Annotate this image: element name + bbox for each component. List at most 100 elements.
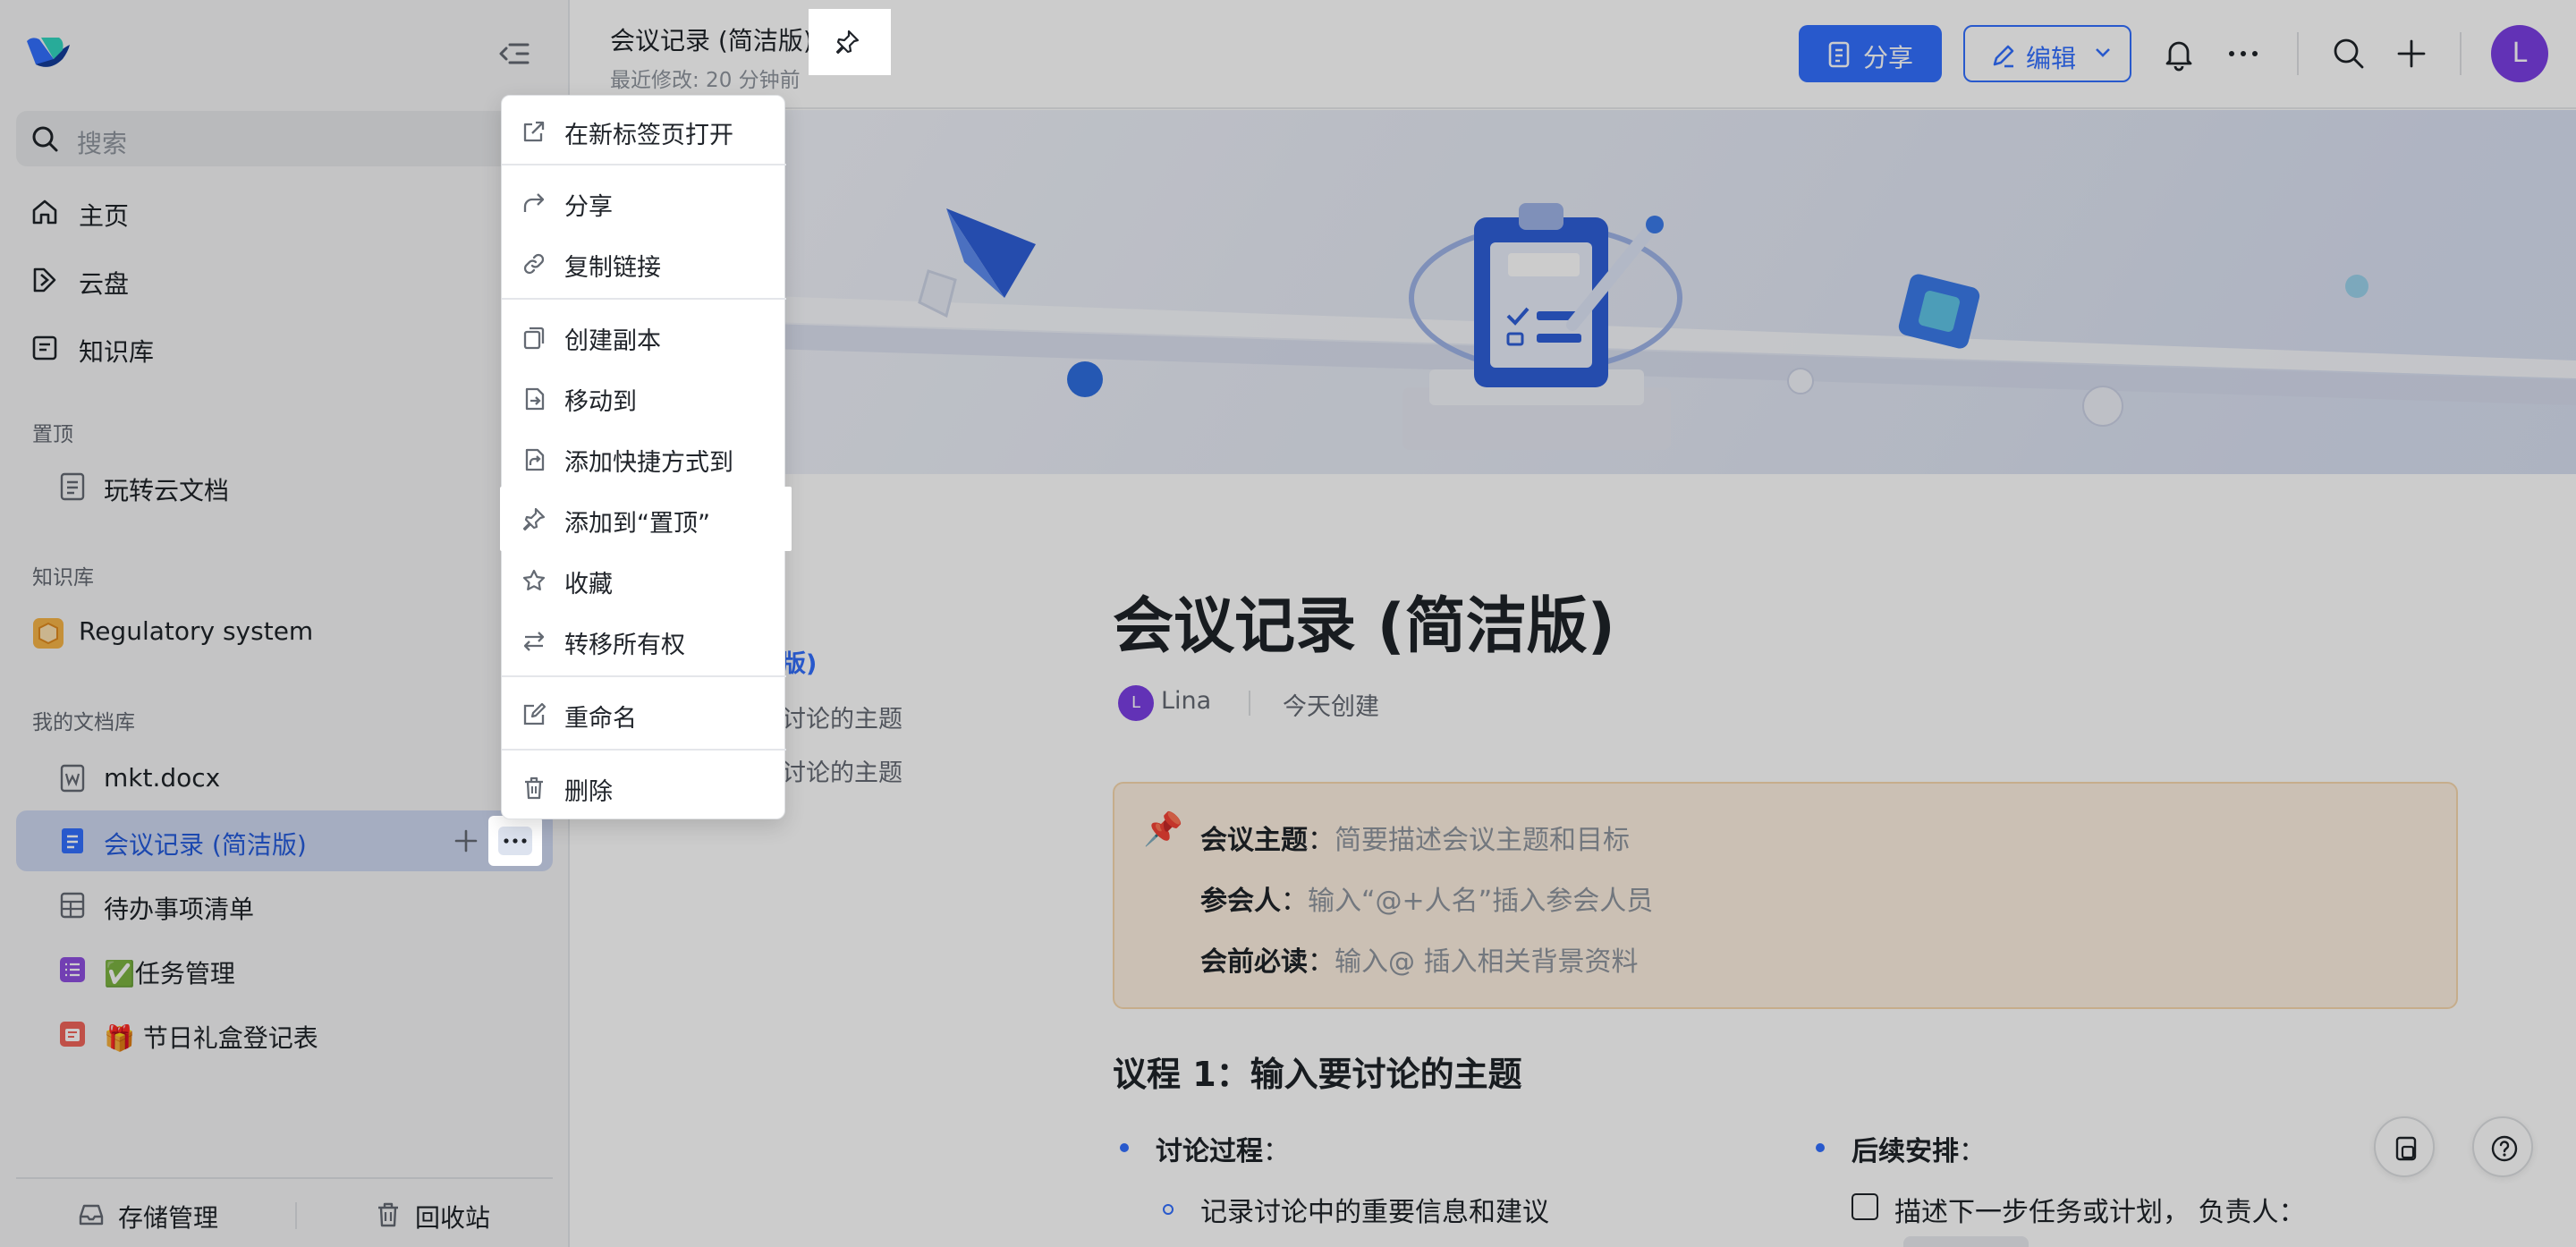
tree-item-label: 会议记录 (简洁版) — [104, 830, 307, 860]
menu-label: 收藏 — [564, 571, 613, 598]
search-icon[interactable] — [2329, 34, 2368, 73]
menu-label: 复制链接 — [564, 254, 661, 282]
discussion-colon: ： — [1263, 1136, 1290, 1167]
help-icon[interactable] — [2472, 1116, 2533, 1177]
share-button[interactable]: 分享 — [1799, 25, 1942, 82]
add-child-icon[interactable] — [449, 824, 483, 858]
tree-item-gift[interactable]: 🎁 节日礼盒登记表 — [16, 1004, 553, 1065]
storage-label: 存储管理 — [118, 1203, 219, 1233]
menu-divider — [502, 164, 786, 165]
callout-colon: ： — [1281, 886, 1308, 917]
header-separator — [2297, 32, 2299, 75]
callout-row-attendees[interactable]: 参会人：输入“@+人名”插入参会人员 — [1200, 878, 1653, 918]
menu-divider — [502, 298, 786, 300]
edit-button-label: 编辑 — [2026, 44, 2077, 73]
tree-item-mkt-docx[interactable]: mkt.docx — [16, 748, 553, 809]
collapse-sidebar-icon[interactable] — [497, 38, 537, 70]
nav-drive-label: 云盘 — [79, 269, 130, 299]
menu-share[interactable]: 分享 — [502, 174, 786, 230]
menu-copy-link[interactable]: 复制链接 — [502, 235, 786, 291]
nav-wiki[interactable]: 知识库 — [16, 320, 517, 376]
move-icon — [521, 386, 547, 411]
user-avatar[interactable]: L — [2491, 25, 2548, 82]
followup-task[interactable]: 描述下一步任务或计划， 负责人： — [1894, 1190, 2306, 1229]
bullet-dot — [1816, 1143, 1825, 1152]
toc-item[interactable]: 讨论的主题 — [782, 700, 902, 734]
doc-outline-icon[interactable] — [2374, 1116, 2435, 1177]
list-app-icon — [59, 955, 86, 984]
tree-item-todo[interactable]: 待办事项清单 — [16, 875, 553, 936]
callout-key: 参会人 — [1200, 886, 1281, 917]
pinned-item[interactable]: 玩转云文档 — [16, 456, 553, 517]
edit-mode-button[interactable]: 编辑 — [1963, 25, 2131, 82]
link-icon — [521, 251, 547, 276]
pinned-section-title: 置顶 — [32, 423, 73, 446]
callout-value: 简要描述会议主题和目标 — [1335, 825, 1630, 856]
agenda-heading[interactable]: 议程 1：输入要讨论的主题 — [1113, 1047, 1522, 1096]
menu-label: 添加快捷方式到 — [564, 449, 733, 477]
author-avatar[interactable]: L — [1118, 685, 1154, 721]
pin-button[interactable] — [809, 9, 891, 75]
menu-rename[interactable]: 重命名 — [502, 686, 786, 742]
toc-item[interactable]: 讨论的主题 — [782, 753, 902, 788]
callout-key: 会前必读 — [1200, 946, 1308, 978]
star-icon — [521, 568, 547, 593]
menu-transfer-ownership[interactable]: 转移所有权 — [502, 613, 786, 668]
menu-duplicate[interactable]: 创建副本 — [502, 309, 786, 364]
toc-item[interactable]: 版) — [782, 644, 817, 679]
tree-item-tasks[interactable]: ✅任务管理 — [16, 939, 553, 1000]
search-placeholder: 搜索 — [77, 129, 128, 158]
menu-label: 重命名 — [564, 705, 637, 733]
header-separator — [2460, 32, 2462, 75]
form-app-icon — [59, 1020, 86, 1048]
tree-item-label: ✅任务管理 — [104, 959, 235, 988]
doc-icon — [59, 472, 86, 501]
copy-icon — [521, 325, 547, 350]
menu-move-to[interactable]: 移动到 — [502, 369, 786, 425]
plus-icon[interactable] — [2392, 34, 2431, 73]
menu-delete[interactable]: 删除 — [502, 759, 786, 815]
app-logo[interactable] — [23, 32, 72, 73]
menu-favorite[interactable]: 收藏 — [502, 552, 786, 607]
menu-divider — [502, 675, 786, 677]
pencil-icon — [1990, 42, 2017, 69]
wiki-item[interactable]: Regulatory system — [16, 601, 553, 662]
callout-colon: ： — [1308, 946, 1335, 978]
menu-label: 转移所有权 — [564, 632, 685, 659]
tree-item-meeting-notes[interactable]: 会议记录 (简洁版) — [16, 810, 553, 871]
assignee-tag[interactable] — [1903, 1236, 2029, 1247]
discussion-label-text: 讨论过程 — [1156, 1136, 1263, 1167]
trash-icon — [374, 1200, 402, 1229]
discussion-item[interactable]: 记录讨论中的重要信息和建议 — [1200, 1190, 1549, 1229]
bell-icon[interactable] — [2159, 34, 2199, 73]
menu-label: 移动到 — [564, 388, 637, 416]
more-icon[interactable] — [2224, 34, 2263, 73]
more-actions-button[interactable] — [488, 816, 542, 866]
table-icon — [59, 891, 86, 920]
callout-row-topic[interactable]: 会议主题：简要描述会议主题和目标 — [1200, 818, 1630, 857]
search-input[interactable]: 搜索 — [16, 111, 517, 166]
nav-drive[interactable]: 云盘 — [16, 252, 517, 308]
nav-home[interactable]: 主页 — [16, 184, 517, 240]
shortcut-icon — [521, 446, 547, 471]
wiki-space-icon — [32, 617, 64, 649]
external-link-icon — [521, 119, 547, 144]
document-body: 版) 讨论的主题 讨论的主题 会议记录 (简洁版) L Lina 今天创建 📌 … — [571, 474, 2576, 1247]
task-checkbox[interactable] — [1852, 1193, 1878, 1220]
sidebar-footer-divider — [16, 1177, 553, 1179]
document-title[interactable]: 会议记录 (简洁版) — [1113, 576, 1615, 665]
word-doc-icon — [59, 764, 86, 793]
cover-banner — [571, 110, 2576, 474]
discussion-label[interactable]: 讨论过程： — [1156, 1129, 1290, 1168]
callout-block[interactable]: 📌 会议主题：简要描述会议主题和目标 参会人：输入“@+人名”插入参会人员 会前… — [1113, 782, 2458, 1009]
menu-add-shortcut[interactable]: 添加快捷方式到 — [502, 430, 786, 486]
author-name[interactable]: Lina — [1161, 687, 1211, 715]
callout-row-reading[interactable]: 会前必读：输入@ 插入相关背景资料 — [1200, 939, 1639, 979]
trash-label: 回收站 — [415, 1203, 491, 1233]
transfer-icon — [521, 629, 547, 654]
doc-title: 会议记录 (简洁版) — [610, 26, 813, 55]
nav-home-label: 主页 — [79, 201, 130, 231]
menu-add-to-pinned[interactable]: 添加到“置顶” — [500, 487, 792, 551]
menu-open-new-tab[interactable]: 在新标签页打开 — [502, 103, 786, 158]
followup-label[interactable]: 后续安排： — [1852, 1129, 1986, 1168]
